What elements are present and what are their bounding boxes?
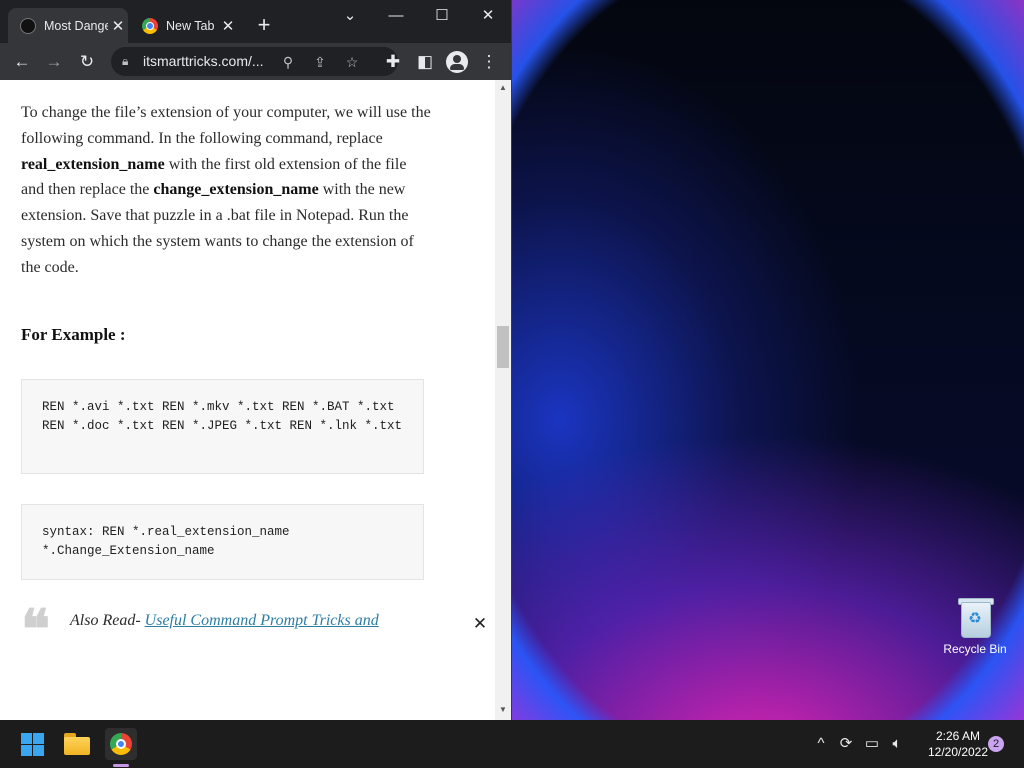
close-tab-icon[interactable]: ✕ xyxy=(218,17,238,35)
bold-term: real_extension_name xyxy=(21,155,165,173)
search-icon[interactable]: ⚲ xyxy=(277,51,299,73)
quote-mark-icon: ❝ xyxy=(21,600,51,639)
page-content: To change the file’s extension of your c… xyxy=(0,80,444,639)
tab-most-dangerous-cmd[interactable]: Most Dangerous CMD ✕ xyxy=(8,8,128,43)
bookmark-star-icon[interactable]: ☆ xyxy=(341,51,363,73)
close-ad-icon[interactable]: ✕ xyxy=(467,612,493,636)
volume-icon[interactable]: 🔈︎ xyxy=(887,734,907,754)
scroll-down-arrow-icon[interactable]: ▼ xyxy=(495,704,511,716)
start-windows-icon[interactable] xyxy=(17,728,49,760)
more-menu-icon[interactable]: ⋮ xyxy=(477,50,501,74)
code-block: REN *.avi *.txt REN *.mkv *.txt REN *.BA… xyxy=(21,379,424,474)
tab-search-chevron-icon[interactable]: ⌄ xyxy=(327,6,373,26)
chrome-icon xyxy=(142,17,158,34)
bold-term: change_extension_name xyxy=(153,181,319,199)
side-panel-icon[interactable]: ◧ xyxy=(413,50,437,74)
browser-toolbar: ← → ↻ 🔒︎ itsmarttricks.com/... ⚲ ⇪ ☆ ✚ ◧… xyxy=(0,43,511,80)
tab-strip: Most Dangerous CMD ✕ New Tab ✕ + ⌄ — ☐ ✕ xyxy=(0,0,511,43)
recycle-bin-icon: ♻ xyxy=(958,596,994,638)
show-hidden-icons-chevron-icon[interactable]: ^ xyxy=(812,734,830,754)
back-icon[interactable]: ← xyxy=(10,50,34,74)
share-icon[interactable]: ⇪ xyxy=(309,51,331,73)
forward-icon[interactable]: → xyxy=(42,50,66,74)
tab-label: New Tab xyxy=(166,18,215,33)
scroll-up-arrow-icon[interactable]: ▲ xyxy=(495,82,511,94)
profile-avatar-icon[interactable] xyxy=(446,51,468,73)
close-tab-icon[interactable]: ✕ xyxy=(108,17,128,35)
close-window-button[interactable]: ✕ xyxy=(465,6,511,26)
also-read-quote: ❝ Also Read- Useful Command Prompt Trick… xyxy=(21,603,441,639)
scrollbar-thumb[interactable] xyxy=(497,326,509,368)
reload-icon[interactable]: ↻ xyxy=(75,50,99,74)
file-explorer-icon[interactable] xyxy=(61,728,93,760)
chrome-taskbar-icon[interactable] xyxy=(105,728,137,760)
tab-new-tab[interactable]: New Tab ✕ xyxy=(130,8,238,43)
active-app-indicator xyxy=(113,764,129,767)
network-icon[interactable]: ▭ xyxy=(862,734,882,754)
code-block-syntax: syntax: REN *.real_extension_name *.Chan… xyxy=(21,504,424,580)
site-favicon-icon xyxy=(20,17,36,34)
minimize-button[interactable]: — xyxy=(373,6,419,26)
maximize-button[interactable]: ☐ xyxy=(419,6,465,26)
scrollbar[interactable]: ▲ ▼ xyxy=(495,80,511,720)
browser-window: Most Dangerous CMD ✕ New Tab ✕ + ⌄ — ☐ ✕… xyxy=(0,0,512,720)
tab-label: Most Dangerous CMD xyxy=(44,18,108,33)
lock-icon: 🔒︎ xyxy=(122,54,129,68)
ad-banner-area xyxy=(0,639,495,719)
recycle-bin[interactable]: ♻ Recycle Bin xyxy=(940,596,1010,656)
new-tab-button[interactable]: + xyxy=(253,14,275,36)
sync-icon[interactable]: ⟳ xyxy=(836,734,856,754)
taskbar: ^ ⟳ ▭ 🔈︎ 2:26 AM 12/20/2022 xyxy=(0,720,1024,768)
address-bar[interactable]: 🔒︎ itsmarttricks.com/... ⚲ ⇪ ☆ xyxy=(111,47,398,76)
extensions-puzzle-icon[interactable]: ✚ xyxy=(381,50,405,74)
url-text[interactable]: itsmarttricks.com/... xyxy=(143,53,268,69)
also-read-link[interactable]: Useful Command Prompt Tricks and xyxy=(145,612,379,629)
recycle-bin-label: Recycle Bin xyxy=(943,642,1007,656)
notification-badge[interactable]: 2 xyxy=(988,736,1004,752)
example-heading: For Example : xyxy=(21,325,126,344)
article-paragraph: To change the file’s extension of your c… xyxy=(21,104,431,276)
